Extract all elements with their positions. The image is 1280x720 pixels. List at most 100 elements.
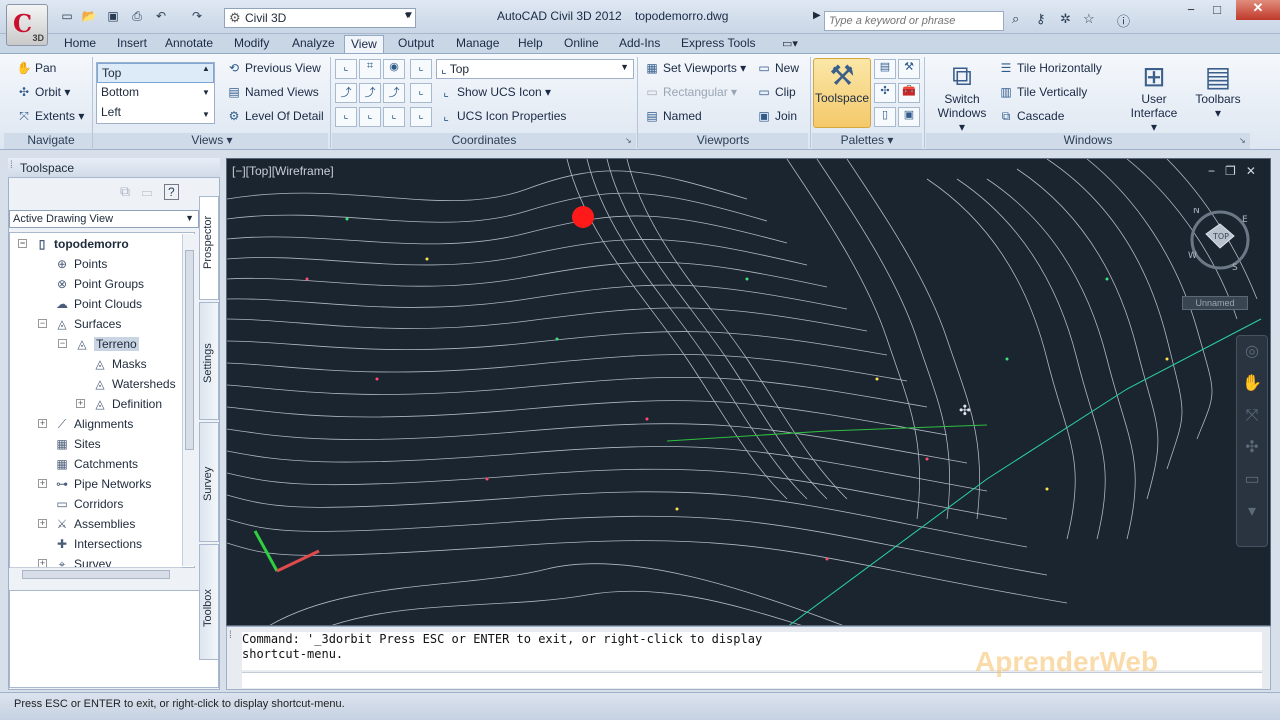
minimize-button[interactable]: − — [1178, 2, 1204, 20]
clip-button[interactable]: ▭ Clip — [756, 85, 795, 99]
ucs-view-icon[interactable]: ⌞ — [335, 107, 357, 127]
panel-launcher-icon[interactable]: ↘ — [625, 136, 632, 145]
collapse-icon[interactable]: − — [18, 239, 27, 248]
view-item-top[interactable]: Top — [97, 63, 214, 83]
tab-add-ins[interactable]: Add-Ins — [617, 35, 662, 53]
list-expand-icon[interactable]: ▼ — [202, 110, 210, 119]
search-expand-icon[interactable]: ▶ — [813, 10, 821, 21]
tree-node-alignments[interactable]: + ⟋ Alignments — [38, 415, 133, 433]
tab-prospector[interactable]: Prospector — [199, 196, 219, 300]
design-center-icon[interactable]: ✣ — [874, 83, 896, 103]
tree-node-surfaces[interactable]: − ◬ Surfaces — [38, 315, 121, 333]
list-scroll-down-icon[interactable]: ▼ — [202, 88, 210, 97]
tree-node-drawing[interactable]: − ▯ topodemorro — [18, 235, 129, 253]
restore-icon[interactable]: ❐ — [1225, 164, 1236, 178]
ucs-select[interactable]: ⌞ Top ▼ — [436, 59, 634, 79]
copy-icon[interactable]: ⧉ — [120, 183, 130, 199]
expand-icon[interactable]: + — [38, 519, 47, 528]
join-button[interactable]: ▣ Join — [756, 109, 797, 123]
tab-output[interactable]: Output — [396, 35, 436, 53]
collapse-icon[interactable]: − — [58, 339, 67, 348]
tool-palettes-icon[interactable]: ⚒ — [898, 59, 920, 79]
properties-palette-icon[interactable]: ▤ — [874, 59, 896, 79]
orbit-button[interactable]: ✣ Orbit ▾ — [16, 85, 70, 99]
set-viewports-button[interactable]: ▦ Set Viewports ▾ — [644, 61, 746, 75]
zoom-icon[interactable]: ⤧ — [1237, 400, 1267, 432]
ribbon-options-icon[interactable]: ▭▾ — [782, 37, 798, 50]
user-interface-button[interactable]: ⊞ User Interface ▾ — [1126, 60, 1182, 134]
palette-grip-icon[interactable]: ⁞ — [10, 160, 13, 171]
minimize-icon[interactable]: − — [1208, 164, 1215, 178]
panel-launcher-icon[interactable]: ↘ — [1239, 136, 1246, 145]
tree-node-points[interactable]: ⊕ Points — [54, 255, 107, 273]
expand-icon[interactable]: + — [38, 419, 47, 428]
ucs-y-icon[interactable]: ⤴ — [359, 83, 381, 103]
ucs-icon-properties-button[interactable]: ⌞ UCS Icon Properties — [438, 109, 566, 123]
open-icon[interactable]: 📂 — [80, 9, 98, 25]
tree-node-masks[interactable]: ◬ Masks — [92, 355, 146, 373]
ucs-face-icon[interactable]: ⌞ — [410, 59, 432, 79]
view-item-left[interactable]: Left — [97, 103, 214, 123]
ucs-menu[interactable]: Unnamed — [1182, 296, 1248, 310]
new-icon[interactable]: ▭ — [58, 9, 76, 25]
scroll-thumb[interactable] — [22, 570, 170, 579]
tile-horizontally-button[interactable]: ☰ Tile Horizontally — [998, 61, 1102, 75]
tab-home[interactable]: Home — [62, 35, 98, 53]
tree-node-intersections[interactable]: ✚ Intersections — [54, 535, 142, 553]
new-viewport-button[interactable]: ▭ New — [756, 61, 799, 75]
toolbox-icon[interactable]: 🧰 — [898, 83, 920, 103]
tree-vertical-scrollbar[interactable] — [182, 234, 195, 566]
viewport-controls-label[interactable]: [−][Top][Wireframe] — [232, 164, 334, 178]
tree-horizontal-scrollbar[interactable] — [10, 567, 182, 581]
expand-icon[interactable]: + — [38, 479, 47, 488]
expand-icon[interactable]: + — [76, 399, 85, 408]
tree-node-definition[interactable]: + ◬ Definition — [76, 395, 162, 413]
tab-express-tools[interactable]: Express Tools — [679, 35, 757, 53]
tab-insert[interactable]: Insert — [115, 35, 149, 53]
tile-vertically-button[interactable]: ▥ Tile Vertically — [998, 85, 1087, 99]
redo-icon[interactable]: ↷ — [188, 9, 206, 25]
help-icon[interactable]: ⓘ — [1117, 11, 1130, 30]
viewcube[interactable]: TOP N E S W — [1188, 206, 1252, 273]
tab-settings[interactable]: Settings — [199, 302, 219, 420]
switch-windows-button[interactable]: ⧉ Switch Windows ▾ — [934, 60, 990, 134]
ucs-3point-icon[interactable]: ⌞ — [410, 83, 432, 103]
cascade-button[interactable]: ⧉ Cascade — [998, 109, 1065, 124]
tab-analyze[interactable]: Analyze — [290, 35, 337, 53]
toolbars-button[interactable]: ▤ Toolbars ▾ — [1190, 60, 1246, 128]
tree-node-terreno[interactable]: − ◬ Terreno — [58, 335, 139, 353]
panel-icon[interactable]: ▭ — [142, 183, 153, 199]
ucs-origin-icon[interactable]: ⌞ — [383, 107, 405, 127]
undo-icon[interactable]: ↶ — [152, 9, 170, 25]
pan-button[interactable]: ✋ Pan — [16, 61, 57, 75]
ucs-object-icon[interactable]: ⌞ — [359, 107, 381, 127]
print-icon[interactable]: ⎙ — [128, 9, 146, 25]
tab-modify[interactable]: Modify — [232, 35, 271, 53]
list-scroll-up-icon[interactable]: ▲ — [202, 64, 210, 73]
tab-survey[interactable]: Survey — [199, 422, 219, 542]
tree-node-point-clouds[interactable]: ☁ Point Clouds — [54, 295, 142, 313]
drawing-canvas[interactable]: ✣ — [226, 158, 1271, 626]
tree-node-assemblies[interactable]: + ⚔ Assemblies — [38, 515, 135, 533]
tab-toolbox[interactable]: Toolbox — [199, 544, 219, 660]
ucs-previous-icon[interactable]: ⌞ — [410, 107, 432, 127]
search-input[interactable] — [824, 11, 1004, 31]
previous-view-button[interactable]: ⟲ Previous View — [226, 61, 321, 75]
favorites-star-icon[interactable]: ☆ — [1083, 11, 1095, 27]
navbar-menu-icon[interactable]: ▾ — [1237, 496, 1267, 528]
tree-node-point-groups[interactable]: ⊗ Point Groups — [54, 275, 144, 293]
markup-icon[interactable]: ▣ — [898, 107, 920, 127]
show-ucs-icon-button[interactable]: ⌞ Show UCS Icon ▾ — [438, 85, 551, 99]
toolspace-button[interactable]: ⚒ Toolspace — [813, 58, 871, 128]
steering-wheel-icon[interactable]: ◎ — [1237, 336, 1267, 368]
application-menu-button[interactable]: C 3D — [6, 4, 48, 46]
ucs-icon[interactable]: ⌞ — [335, 59, 357, 79]
collapse-icon[interactable]: − — [38, 319, 47, 328]
community-icon[interactable]: ✲ — [1060, 11, 1071, 27]
ucs-world-icon[interactable]: ◉ — [383, 59, 405, 79]
save-icon[interactable]: ▣ — [104, 9, 122, 25]
rectangular-button[interactable]: ▭ Rectangular ▾ — [644, 85, 737, 99]
tab-manage[interactable]: Manage — [454, 35, 501, 53]
key-icon[interactable]: ⚷ — [1036, 11, 1046, 27]
view-item-bottom[interactable]: Bottom — [97, 83, 214, 103]
